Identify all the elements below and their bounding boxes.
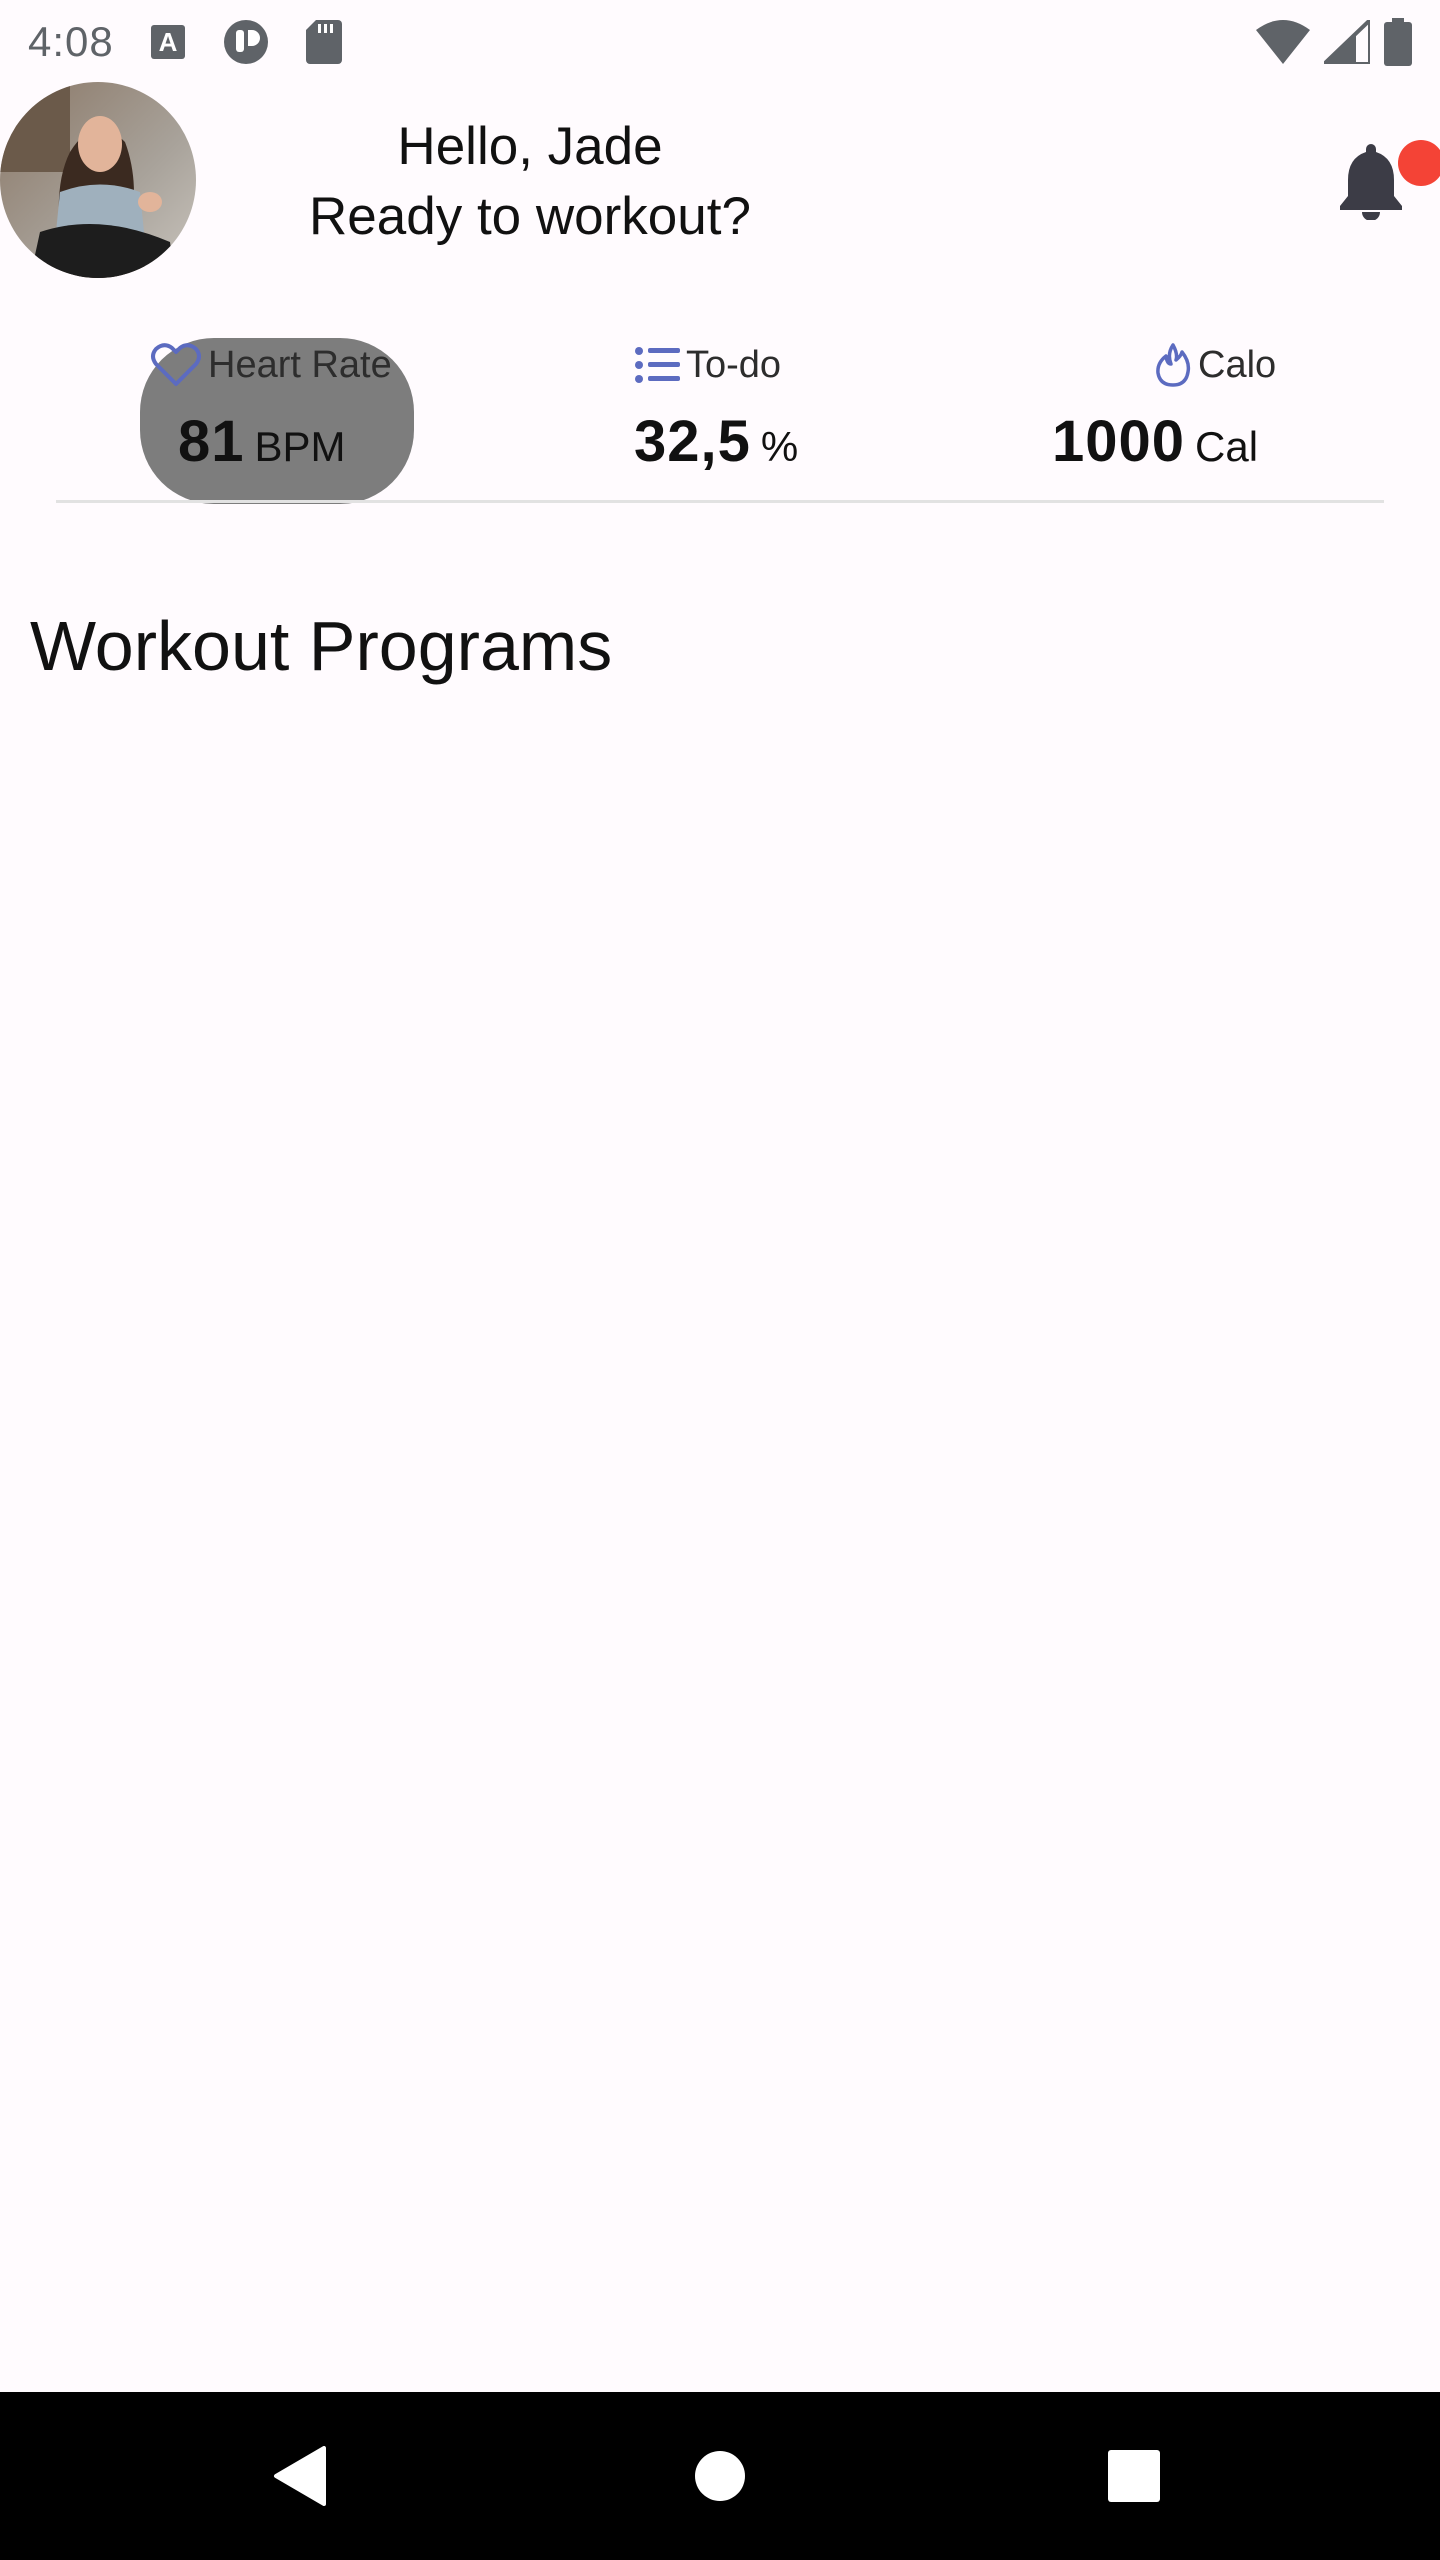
recents-icon — [1108, 2450, 1160, 2502]
stat-calo-unit: Cal — [1195, 423, 1259, 470]
stat-todo[interactable]: To-do 32,5 % — [634, 330, 798, 502]
status-time: 4:08 — [28, 18, 114, 65]
stat-todo-unit: % — [760, 423, 799, 470]
wifi-icon — [1256, 20, 1310, 64]
flame-icon — [1156, 343, 1191, 387]
back-icon — [274, 2446, 326, 2506]
back-button[interactable] — [240, 2392, 360, 2560]
notification-badge — [1398, 140, 1440, 186]
stat-heart-rate-value: 81 — [178, 409, 245, 474]
stat-calo-label: Calo — [1198, 343, 1277, 386]
font-a-icon: A — [150, 25, 185, 59]
profile-photo — [0, 82, 196, 278]
stat-calo-value: 1000 — [1052, 409, 1186, 474]
notification-icons: A — [150, 18, 342, 66]
stat-todo-value: 32,5 — [634, 409, 751, 474]
signal-icon — [1324, 20, 1370, 64]
greeting-subtitle: Ready to workout? — [309, 187, 751, 246]
bell-icon[interactable] — [1336, 140, 1406, 220]
stat-calo-value-row: 1000 Cal — [1052, 408, 1276, 475]
stats-row: Heart Rate 81 BPM To-do 32,5 % Calo 1000… — [56, 330, 1384, 504]
greeting: Hello, Jade Ready to workout? — [230, 112, 830, 252]
stat-heart-rate-unit: BPM — [254, 423, 346, 470]
recents-button[interactable] — [1074, 2392, 1194, 2560]
home-icon — [695, 2451, 745, 2501]
status-bar: 4:08 A — [0, 0, 1440, 84]
stat-heart-rate-value-row: 81 BPM — [178, 408, 392, 475]
avatar[interactable] — [0, 82, 196, 278]
heart-icon — [151, 343, 201, 386]
status-left: 4:08 A — [28, 18, 342, 66]
stat-calo[interactable]: Calo 1000 Cal — [1052, 330, 1276, 502]
greeting-name: Hello, Jade — [397, 117, 663, 176]
svg-text:A: A — [158, 27, 177, 57]
checklist-icon — [635, 347, 680, 383]
stat-calo-header: Calo — [1154, 330, 1276, 400]
stat-todo-label: To-do — [686, 343, 782, 386]
section-title: Workout Programs — [30, 607, 613, 685]
battery-icon — [1384, 18, 1412, 66]
stat-todo-value-row: 32,5 % — [634, 408, 798, 475]
sd-card-icon — [305, 20, 342, 64]
system-icons — [1256, 18, 1412, 66]
stat-heart-rate[interactable]: Heart Rate 81 BPM — [150, 330, 392, 502]
navigation-bar — [0, 2392, 1440, 2560]
stat-heart-rate-header: Heart Rate — [150, 330, 392, 400]
home-button[interactable] — [660, 2392, 780, 2560]
app-pocket-icon — [223, 20, 268, 64]
stat-todo-header: To-do — [634, 330, 798, 400]
stat-heart-rate-label: Heart Rate — [208, 343, 392, 386]
stats-divider — [56, 500, 1384, 503]
